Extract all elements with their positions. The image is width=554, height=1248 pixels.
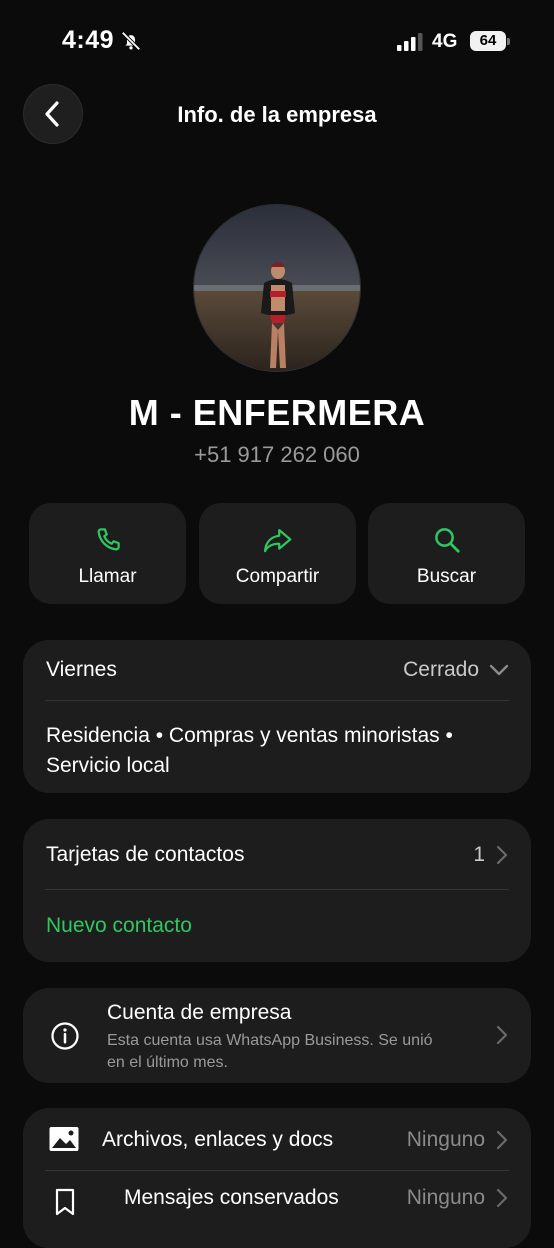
- saved-messages-row[interactable]: Mensajes conservados Ninguno: [23, 1170, 531, 1232]
- phone-icon: [97, 528, 120, 551]
- avatar[interactable]: [193, 204, 361, 372]
- search-icon: [434, 528, 460, 553]
- media-label: Archivos, enlaces y docs: [102, 1128, 334, 1151]
- business-account-desc: Esta cuenta usa WhatsApp Business. Se un…: [107, 1030, 433, 1074]
- contact-cards-label: Tarjetas de contactos: [46, 843, 245, 866]
- business-account-desc-2: en el último mes.: [107, 1054, 228, 1071]
- business-account-desc-1: Esta cuenta usa WhatsApp Business. Se un…: [107, 1032, 433, 1049]
- image-icon: [49, 1127, 79, 1151]
- signal-icon: [397, 33, 423, 51]
- chevron-right-icon: [496, 1025, 508, 1045]
- saved-messages-value: Ninguno: [406, 1186, 485, 1209]
- business-account-title: Cuenta de empresa: [107, 1001, 292, 1024]
- chevron-right-icon: [496, 845, 508, 865]
- status-bar: 4:49 4G 64: [0, 0, 554, 80]
- hours-dropdown[interactable]: Cerrado: [403, 654, 509, 686]
- media-card: Archivos, enlaces y docs Ninguno Mensaje…: [23, 1108, 531, 1248]
- media-row[interactable]: Archivos, enlaces y docs Ninguno: [23, 1108, 531, 1170]
- page-title: Info. de la empresa: [177, 102, 377, 127]
- share-label: Compartir: [235, 566, 320, 587]
- saved-messages-label: Mensajes conservados: [124, 1186, 339, 1209]
- share-icon: [263, 529, 291, 553]
- battery-nub: [507, 38, 510, 45]
- chevron-down-icon: [489, 664, 509, 676]
- new-contact-link[interactable]: Nuevo contacto: [46, 914, 192, 938]
- phone-number[interactable]: +51 917 262 060: [0, 442, 554, 468]
- categories-line-2: Servicio local: [46, 754, 170, 777]
- info-icon: [51, 1022, 79, 1050]
- chevron-right-icon: [496, 1188, 508, 1208]
- contact-cards-row[interactable]: Tarjetas de contactos 1: [23, 819, 531, 889]
- contact-cards-count: 1: [473, 843, 485, 866]
- business-name: M - ENFERMERA: [128, 392, 426, 433]
- business-hours-card: Viernes Cerrado Residencia • Compras y v…: [23, 640, 531, 793]
- battery-icon: 64: [470, 31, 506, 51]
- call-label: Llamar: [78, 566, 137, 587]
- contact-cards-card: Tarjetas de contactos 1 Nuevo contacto: [23, 819, 531, 962]
- hours-status: Cerrado: [403, 658, 479, 681]
- divider: [45, 700, 509, 701]
- business-account-card[interactable]: Cuenta de empresa Esta cuenta usa WhatsA…: [23, 988, 531, 1083]
- divider: [45, 889, 509, 890]
- chevron-right-icon: [496, 1130, 508, 1150]
- categories-line-1: Residencia • Compras y ventas minoristas…: [46, 724, 453, 747]
- hours-day: Viernes: [46, 658, 117, 681]
- media-value: Ninguno: [406, 1128, 485, 1151]
- network-type: 4G: [432, 31, 458, 52]
- bell-muted-icon: [121, 31, 141, 51]
- bookmark-icon: [55, 1188, 75, 1216]
- call-button[interactable]: Llamar: [29, 503, 186, 604]
- profile-photo: [194, 205, 360, 371]
- share-button[interactable]: Compartir: [199, 503, 356, 604]
- business-categories: Residencia • Compras y ventas minoristas…: [46, 721, 453, 781]
- search-button[interactable]: Buscar: [368, 503, 525, 604]
- search-label: Buscar: [416, 566, 477, 587]
- status-time: 4:49: [62, 26, 115, 54]
